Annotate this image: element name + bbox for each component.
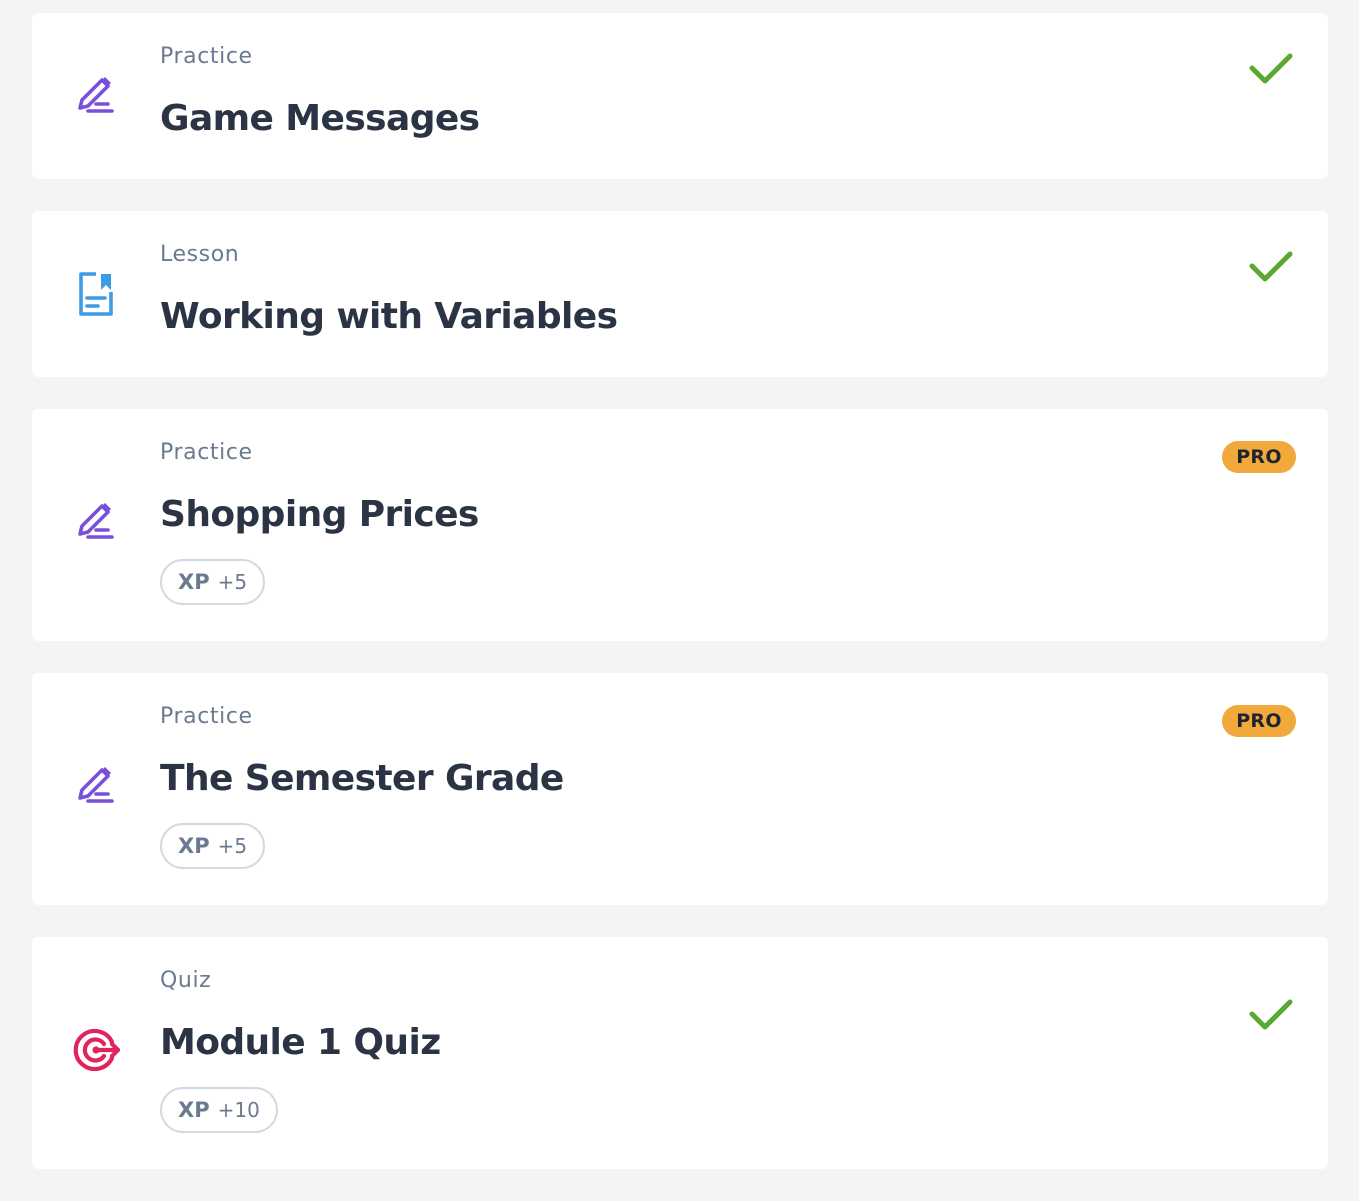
xp-label: XP (178, 1098, 210, 1122)
list-item-game-messages[interactable]: Practice Game Messages (32, 13, 1328, 179)
list-item-the-semester-grade[interactable]: Practice The Semester Grade XP +5 PRO (32, 673, 1328, 905)
pro-badge: PRO (1222, 441, 1296, 473)
xp-value: +5 (217, 834, 248, 858)
xp-label: XP (178, 570, 210, 594)
xp-label: XP (178, 834, 210, 858)
item-type-label: Practice (160, 440, 253, 465)
item-title: Shopping Prices (160, 494, 479, 535)
check-icon (1249, 251, 1293, 282)
item-type-label: Practice (160, 704, 253, 729)
pro-badge: PRO (1222, 705, 1296, 737)
item-title: The Semester Grade (160, 758, 564, 799)
target-icon (68, 1022, 124, 1078)
check-icon (1249, 53, 1293, 84)
xp-value: +5 (217, 570, 248, 594)
pencil-icon (68, 494, 124, 550)
xp-reward-badge: XP +10 (160, 1087, 278, 1133)
pencil-icon (68, 68, 124, 124)
item-title: Module 1 Quiz (160, 1022, 441, 1063)
list-item-shopping-prices[interactable]: Practice Shopping Prices XP +5 PRO (32, 409, 1328, 641)
xp-reward-badge: XP +5 (160, 823, 266, 869)
check-icon (1249, 999, 1293, 1030)
module-item-list: Practice Game Messages Lesson Working wi… (32, 13, 1328, 1201)
item-type-label: Lesson (160, 242, 240, 267)
item-title: Working with Variables (160, 296, 618, 337)
pencil-icon (68, 758, 124, 814)
xp-reward-badge: XP +5 (160, 559, 266, 605)
list-item-working-with-variables[interactable]: Lesson Working with Variables (32, 211, 1328, 377)
document-icon (68, 266, 124, 322)
list-item-module-1-quiz[interactable]: Quiz Module 1 Quiz XP +10 (32, 937, 1328, 1169)
item-type-label: Practice (160, 44, 253, 69)
item-type-label: Quiz (160, 968, 212, 993)
item-title: Game Messages (160, 98, 480, 139)
xp-value: +10 (217, 1098, 260, 1122)
